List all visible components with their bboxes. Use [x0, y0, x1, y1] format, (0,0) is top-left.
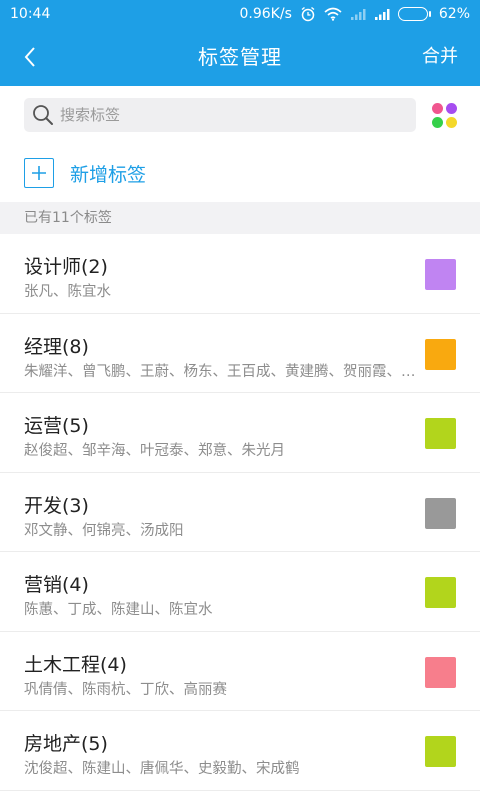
alarm-icon	[300, 6, 316, 22]
signal-icon	[374, 7, 390, 21]
tag-name: 运营(5)	[24, 415, 89, 437]
add-tag-button[interactable]: 新增标签	[0, 144, 480, 202]
tag-name: 房地产(5)	[24, 733, 108, 755]
palette-dot	[446, 117, 457, 128]
battery-percent: 62%	[438, 6, 470, 22]
search-input[interactable]	[60, 106, 400, 124]
search-box[interactable]	[24, 98, 416, 132]
list-item[interactable]: 营销(4) 陈蕙、丁成、陈建山、陈宜水	[0, 552, 480, 632]
tag-count-header: 已有11个标签	[0, 202, 480, 234]
tag-color-swatch[interactable]	[425, 418, 456, 449]
color-palette-icon[interactable]	[430, 101, 458, 129]
list-item[interactable]: 开发(3) 邓文静、何锦亮、汤成阳	[0, 472, 480, 552]
search-icon	[33, 105, 53, 125]
tag-members: 邓文静、何锦亮、汤成阳	[24, 522, 184, 539]
palette-dot	[446, 103, 457, 114]
status-time: 10:44	[10, 6, 51, 22]
tag-members: 张凡、陈宜水	[24, 284, 111, 300]
tag-name: 开发(3)	[24, 494, 89, 517]
tag-list: 设计师(2) 张凡、陈宜水经理(8) 朱耀洋、曾飞鹏、王蔚、杨东、王百成、黄建腾、贺…	[0, 234, 480, 791]
tag-members: 巩倩倩、陈雨杭、丁欣、高丽赛	[24, 681, 227, 698]
list-item[interactable]: 运营(5) 赵俊超、邹辛海、叶冠泰、郑意、朱光月	[0, 393, 480, 473]
tag-name: 营销(4)	[24, 574, 89, 596]
nav-bar: 标签管理 合并	[0, 28, 480, 86]
signal-icon	[350, 7, 366, 21]
tag-color-swatch[interactable]	[425, 338, 456, 370]
list-item[interactable]: 房地产(5) 沈俊超、陈建山、唐佩华、史毅勤、宋成鹤	[0, 711, 480, 791]
tag-color-swatch[interactable]	[425, 497, 456, 529]
palette-dot	[432, 103, 443, 114]
tag-name: 经理(8)	[24, 335, 89, 358]
network-speed: 0.96K/s	[239, 6, 292, 22]
list-item[interactable]: 经理(8) 朱耀洋、曾飞鹏、王蔚、杨东、王百成、黄建腾、贺丽霞、陈宜水	[0, 313, 480, 393]
tag-name: 土木工程(4)	[24, 653, 127, 676]
tag-color-swatch[interactable]	[425, 736, 456, 767]
plus-icon	[24, 158, 54, 188]
list-item[interactable]: 设计师(2) 张凡、陈宜水	[0, 234, 480, 314]
merge-button[interactable]: 合并	[422, 28, 458, 86]
palette-dot	[432, 117, 443, 128]
tag-color-swatch[interactable]	[425, 577, 456, 608]
page-title: 标签管理	[198, 45, 282, 69]
list-item[interactable]: 土木工程(4) 巩倩倩、陈雨杭、丁欣、高丽赛	[0, 631, 480, 711]
battery-icon	[397, 7, 431, 21]
tag-color-swatch[interactable]	[425, 259, 456, 290]
tag-members: 赵俊超、邹辛海、叶冠泰、郑意、朱光月	[24, 443, 285, 459]
search-row	[0, 86, 480, 144]
tag-name: 设计师(2)	[24, 256, 108, 278]
top-bar: 10:44 0.96K/s 62% 标签管理 合并	[0, 0, 480, 86]
tag-members: 沈俊超、陈建山、唐佩华、史毅勤、宋成鹤	[24, 761, 300, 777]
status-indicators: 0.96K/s 62%	[240, 6, 471, 22]
tag-members: 陈蕙、丁成、陈建山、陈宜水	[24, 602, 213, 618]
wifi-icon	[324, 7, 342, 21]
tag-members: 朱耀洋、曾飞鹏、王蔚、杨东、王百成、黄建腾、贺丽霞、陈宜水	[24, 363, 416, 380]
add-tag-label: 新增标签	[70, 163, 147, 186]
status-bar: 10:44 0.96K/s 62%	[0, 0, 480, 28]
tag-color-swatch[interactable]	[425, 656, 456, 688]
